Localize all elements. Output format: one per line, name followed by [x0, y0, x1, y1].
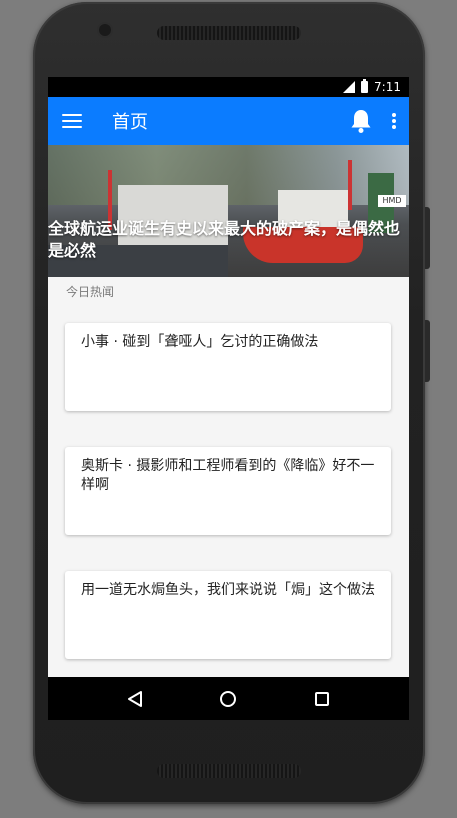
news-card-title: 小事 · 碰到「聋哑人」乞讨的正确做法 [81, 334, 319, 350]
power-button [425, 320, 430, 382]
news-card-title: 用一道无水焗鱼头，我们来说说「焗」这个做法 [81, 582, 375, 598]
news-card-title: 奥斯卡 · 摄影师和工程师看到的《降临》好不一样啊 [81, 458, 375, 493]
back-triangle-icon[interactable] [120, 684, 150, 714]
banner-image [48, 145, 409, 205]
volume-button [425, 207, 430, 269]
lte-signal-icon [342, 81, 356, 93]
system-nav-bar [48, 677, 409, 720]
status-bar: 7:11 [48, 77, 409, 97]
banner-headline: 全球航运业诞生有史以来最大的破产案，是偶然也是必然 [48, 219, 401, 260]
home-circle-icon[interactable] [213, 684, 243, 714]
more-vert-icon[interactable] [391, 113, 397, 129]
top-story-banner[interactable]: HMD 全球航运业诞生有史以来最大的破产案，是偶然也是必然 [48, 145, 409, 277]
top-speaker [157, 26, 301, 40]
news-card[interactable]: 小事 · 碰到「聋哑人」乞讨的正确做法 [65, 323, 391, 411]
news-card[interactable]: 奥斯卡 · 摄影师和工程师看到的《降临》好不一样啊 [65, 447, 391, 535]
section-label: 今日热闻 [66, 285, 115, 299]
news-card[interactable]: 用一道无水焗鱼头，我们来说说「焗」这个做法 [65, 571, 391, 659]
bell-icon[interactable] [349, 108, 373, 134]
app-screen: 7:11 首页 HMD 全球航运业诞生有史以来最大的破产案，是偶然也是必然 今日… [48, 77, 409, 720]
status-time: 7:11 [374, 80, 401, 94]
bottom-speaker [157, 764, 301, 778]
front-camera [99, 24, 111, 36]
hamburger-menu-icon[interactable] [62, 114, 82, 128]
page-title: 首页 [112, 112, 148, 133]
app-bar: 首页 [48, 97, 409, 145]
battery-icon [361, 79, 369, 93]
recents-square-icon[interactable] [307, 684, 337, 714]
